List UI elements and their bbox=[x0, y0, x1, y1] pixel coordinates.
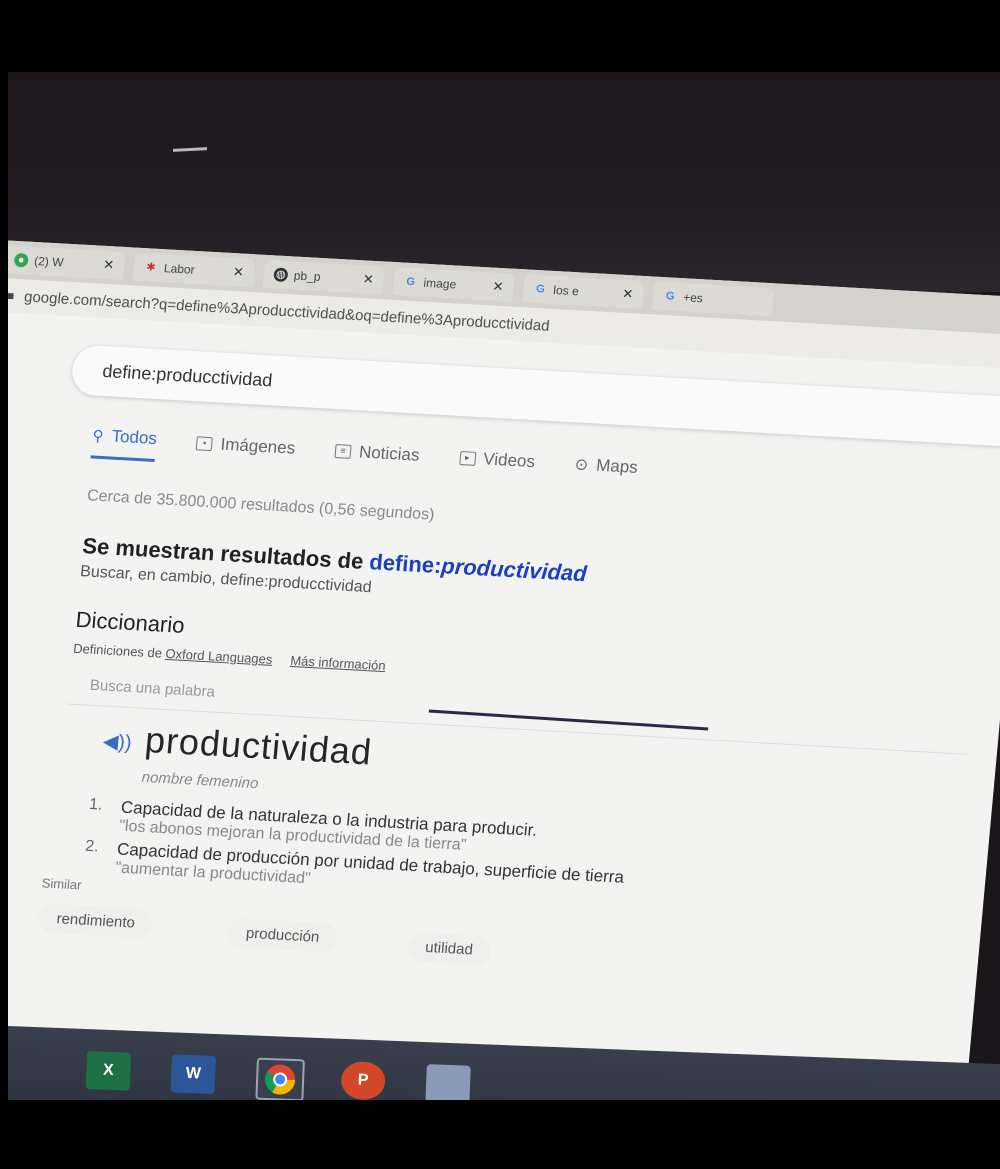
source-prefix: Definiciones de bbox=[72, 640, 167, 661]
headword: productividad bbox=[143, 718, 374, 773]
map-pin-icon: ⊙ bbox=[574, 455, 590, 474]
oxford-link[interactable]: Oxford Languages bbox=[165, 646, 273, 667]
tab-imagenes[interactable]: ▪ Imágenes bbox=[195, 431, 297, 469]
news-icon: ≡ bbox=[334, 443, 352, 459]
definition-number: 1. bbox=[88, 795, 104, 814]
close-icon[interactable]: ✕ bbox=[102, 257, 115, 274]
search-results-page: define:producctividad ⚲ Todos ▪ Imágenes… bbox=[8, 312, 1000, 1127]
app-letter: W bbox=[185, 1064, 202, 1083]
excel-icon[interactable]: X bbox=[85, 1051, 132, 1091]
tab-label: Maps bbox=[595, 455, 639, 477]
define-prefix: define: bbox=[368, 549, 443, 579]
similar-label: Similar bbox=[41, 875, 83, 893]
speaker-icon[interactable]: ◀)) bbox=[102, 729, 133, 756]
document-icon[interactable] bbox=[425, 1064, 471, 1104]
tab-pb[interactable]: ◍ pb_p ✕ bbox=[262, 259, 385, 295]
close-icon[interactable]: ✕ bbox=[362, 271, 374, 288]
photo-background: ● (2) W ✕ ✱ Labor ✕ ◍ pb_p ✕ G image ✕ G bbox=[8, 8, 1000, 1158]
app-letter: X bbox=[102, 1061, 115, 1080]
tab-noticias[interactable]: ≡ Noticias bbox=[333, 439, 420, 477]
powerpoint-icon[interactable]: P bbox=[340, 1060, 386, 1101]
labor-site-icon: ✱ bbox=[145, 261, 157, 274]
browser-window: ● (2) W ✕ ✱ Labor ✕ ◍ pb_p ✕ G image ✕ G bbox=[8, 240, 1000, 1127]
lock-icon: ■ bbox=[8, 288, 15, 303]
synonym-chip[interactable]: producción bbox=[226, 917, 339, 953]
result-stats: Cerca de 35.800.000 resultados (0,56 seg… bbox=[86, 487, 436, 524]
corrected-query-link[interactable]: define:productividad bbox=[368, 549, 588, 586]
google-icon: G bbox=[405, 275, 416, 289]
synonym-chip[interactable]: utilidad bbox=[406, 931, 493, 966]
app-letter: P bbox=[357, 1071, 369, 1089]
photo-border-bottom bbox=[0, 1100, 1000, 1169]
close-icon[interactable]: ✕ bbox=[232, 264, 244, 281]
tab-los[interactable]: G los e ✕ bbox=[522, 274, 645, 309]
corrected-word: productividad bbox=[440, 553, 588, 587]
tab-maps[interactable]: ⊙ Maps bbox=[573, 452, 639, 488]
whatsapp-icon: ● bbox=[13, 252, 29, 268]
close-icon[interactable]: ✕ bbox=[492, 279, 504, 296]
tab-label: Labor bbox=[163, 261, 196, 277]
part-of-speech: nombre femenino bbox=[141, 768, 260, 793]
more-info-link[interactable]: Más información bbox=[290, 653, 387, 673]
tab-whatsapp[interactable]: ● (2) W ✕ bbox=[8, 245, 126, 280]
chrome-icon[interactable] bbox=[255, 1057, 305, 1102]
dark-room-top bbox=[8, 8, 1000, 72]
tab-label: image bbox=[422, 275, 457, 292]
tab-label: Todos bbox=[110, 426, 158, 449]
tab-label: (2) W bbox=[33, 253, 65, 270]
tab-es[interactable]: G +es bbox=[651, 281, 775, 317]
word-icon[interactable]: W bbox=[170, 1054, 217, 1094]
tab-image[interactable]: G image ✕ bbox=[392, 267, 515, 302]
image-icon: ▪ bbox=[196, 435, 214, 451]
search-icon: ⚲ bbox=[91, 427, 105, 446]
video-icon: ▸ bbox=[458, 450, 477, 466]
tab-label: Videos bbox=[482, 448, 536, 471]
tab-label: Noticias bbox=[358, 441, 421, 465]
tab-videos[interactable]: ▸ Videos bbox=[457, 446, 536, 483]
definition-number: 2. bbox=[84, 837, 100, 856]
dictionary-title: Diccionario bbox=[74, 606, 186, 638]
globe-icon: ◍ bbox=[273, 267, 289, 283]
search-tabs: ⚲ Todos ▪ Imágenes ≡ Noticias ▸ Videos ⊙ bbox=[90, 425, 639, 489]
tab-todos[interactable]: ⚲ Todos bbox=[90, 425, 158, 462]
google-icon: G bbox=[535, 283, 546, 296]
tab-labor[interactable]: ✱ Labor ✕ bbox=[132, 252, 256, 288]
tab-label: +es bbox=[682, 290, 704, 306]
tab-label: pb_p bbox=[293, 268, 322, 284]
tab-label: los e bbox=[552, 282, 580, 299]
chrome-logo bbox=[265, 1064, 296, 1095]
google-icon: G bbox=[665, 290, 676, 303]
tab-label: Imágenes bbox=[219, 434, 297, 458]
synonym-chip[interactable]: rendimiento bbox=[37, 903, 155, 939]
close-icon[interactable]: ✕ bbox=[622, 286, 634, 303]
